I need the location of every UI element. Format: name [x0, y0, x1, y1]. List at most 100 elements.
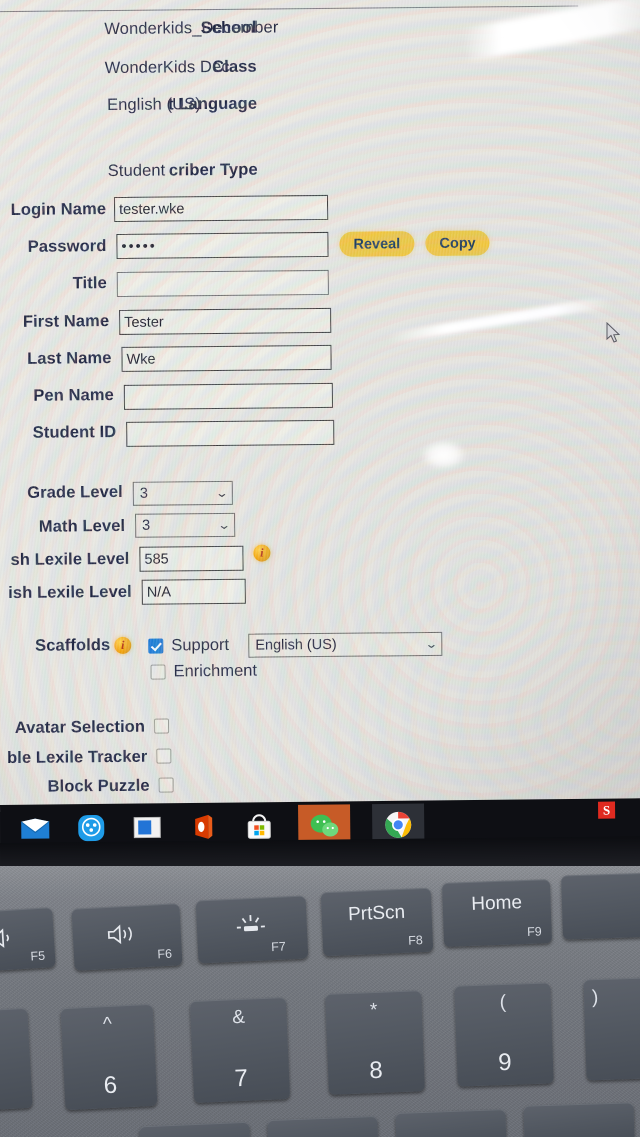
value-default-language: English (US)	[107, 95, 201, 115]
enrichment-checkbox[interactable]	[150, 664, 166, 680]
english-lexile-info-glyph: i	[260, 545, 264, 560]
avatar-selection-checkbox[interactable]	[153, 718, 170, 734]
label-avatar-selection-wrap: Avatar Selection	[0, 718, 145, 738]
support-language-select[interactable]: English (US) ⌄	[248, 631, 443, 658]
label-last-name-wrap: Last Name	[0, 349, 112, 369]
scaffolds-info-glyph: i	[121, 637, 125, 652]
value-class: WonderKids Dec	[104, 57, 230, 78]
reveal-password-label: Reveal	[353, 235, 401, 253]
chevron-down-icon: ⌄	[424, 636, 439, 652]
key-8-num: 8	[368, 1056, 384, 1085]
reveal-password-button[interactable]: Reveal	[339, 231, 415, 257]
value-school: Wonderkids_December	[104, 18, 279, 39]
value-class-wrap: WonderKids Dec	[105, 58, 230, 78]
key-row3-d[interactable]	[523, 1102, 635, 1137]
home-fn-label: F9	[526, 924, 542, 939]
student-id-input[interactable]	[126, 419, 335, 447]
value-default-language-wrap: English (US)	[107, 95, 201, 115]
key-7[interactable]: & 7	[189, 996, 291, 1104]
label-block-puzzle: Block Puzzle	[47, 776, 150, 796]
keyboard-backlight-key[interactable]: F7	[195, 895, 309, 964]
label-grade-level: Grade Level	[27, 482, 123, 502]
laptop-screen: School Wonderkids_December Class WonderK…	[0, 0, 640, 812]
chevron-down-icon: ⌄	[214, 485, 229, 501]
lexile-tracker-checkbox[interactable]	[156, 748, 172, 764]
key-row3-b[interactable]	[267, 1115, 379, 1137]
media-player-icon[interactable]	[74, 811, 108, 845]
volume-up-key[interactable]: F6	[71, 903, 183, 971]
laptop-keyboard-deck: F5 F6 F7 PrtScn F8 Home F9 ^ 6 & 7 * 8 (…	[0, 866, 640, 1137]
support-language-value: English (US)	[255, 636, 337, 654]
label-english-lexile-level: sh Lexile Level	[10, 549, 130, 569]
spanish-lexile-input[interactable]: N/A	[141, 578, 246, 605]
label-spanish-lexile-wrap: ish Lexile Level	[0, 583, 132, 603]
last-name-input[interactable]: Wke	[121, 344, 332, 372]
value-school-wrap: Wonderkids_December	[104, 18, 278, 39]
block-puzzle-checkbox[interactable]	[158, 777, 174, 793]
key-6-num: 6	[103, 1071, 118, 1100]
label-lexile-tracker: ble Lexile Tracker	[6, 747, 148, 768]
label-pen-name-wrap: Pen Name	[0, 386, 114, 406]
key-8[interactable]: * 8	[325, 990, 425, 1095]
first-name-input[interactable]: Tester	[119, 307, 332, 335]
key-8-sym: *	[369, 999, 378, 1022]
volume-down-key[interactable]: F5	[0, 907, 56, 973]
key-6[interactable]: ^ 6	[60, 1003, 158, 1111]
math-level-value: 3	[142, 517, 151, 534]
speaker-low-icon	[0, 925, 19, 956]
label-title: Title	[72, 274, 107, 293]
screen-glare-top	[462, 0, 640, 62]
label-login-name: Login Name	[10, 200, 107, 219]
home-label: Home	[470, 892, 523, 915]
label-scaffolds: Scaffolds	[35, 636, 111, 655]
copy-password-label: Copy	[439, 235, 476, 252]
login-name-input[interactable]: tester.wke	[113, 194, 329, 222]
title-input[interactable]	[116, 269, 329, 297]
label-subscriber-type: criber Type	[168, 160, 258, 180]
pen-name-input[interactable]	[123, 382, 334, 410]
key-6-partial[interactable]: %	[0, 1007, 33, 1113]
keyboard-backlight-icon	[230, 912, 271, 941]
print-screen-key[interactable]: PrtScn F8	[320, 887, 434, 957]
password-input[interactable]: •••••	[116, 231, 329, 259]
label-password-wrap: Password	[0, 237, 107, 257]
home-key[interactable]: Home F9	[441, 879, 553, 947]
login-name-value: tester.wke	[119, 200, 185, 218]
password-value: •••••	[121, 238, 157, 255]
office-icon[interactable]	[186, 810, 220, 844]
label-first-name-wrap: First Name	[0, 312, 109, 332]
backlight-fn-label: F7	[270, 939, 287, 955]
tray-s-icon[interactable]: S	[597, 801, 616, 819]
copy-password-button[interactable]: Copy	[425, 230, 490, 256]
key-9[interactable]: ( 9	[454, 982, 554, 1087]
mail-icon[interactable]	[18, 811, 52, 845]
chevron-down-icon: ⌄	[217, 517, 231, 533]
support-checkbox[interactable]	[148, 638, 164, 654]
grade-level-select[interactable]: 3 ⌄	[132, 480, 233, 506]
file-explorer-icon[interactable]	[130, 810, 164, 844]
top-divider	[0, 5, 579, 13]
print-screen-label: PrtScn	[347, 901, 406, 926]
english-lexile-input[interactable]: 585	[139, 545, 244, 572]
support-label: Support	[171, 635, 230, 655]
key-7-num: 7	[233, 1064, 249, 1093]
scaffolds-info-icon[interactable]: i	[114, 636, 132, 655]
screen-glare-middle	[387, 295, 613, 344]
math-level-select[interactable]: 3 ⌄	[135, 512, 236, 538]
scaffolds-support-row: Support	[148, 636, 229, 656]
end-key[interactable]	[561, 872, 640, 940]
key-0[interactable]: )	[583, 976, 640, 1081]
key-row3-c[interactable]	[395, 1109, 507, 1137]
key-6-sym: ^	[102, 1013, 113, 1036]
last-name-value: Wke	[126, 351, 156, 368]
english-lexile-info-icon[interactable]: i	[253, 544, 271, 562]
scaffolds-enrichment-row: Enrichment	[150, 662, 257, 682]
laptop-photo: School Wonderkids_December Class WonderK…	[0, 0, 640, 1137]
key-7-sym: &	[231, 1006, 246, 1029]
microsoft-store-icon[interactable]	[242, 809, 276, 843]
label-block-puzzle-wrap: Block Puzzle	[0, 777, 150, 797]
key-row3-a[interactable]	[139, 1121, 251, 1137]
label-lexile-tracker-wrap: ble Lexile Tracker	[0, 748, 147, 768]
label-avatar-selection: Avatar Selection	[14, 717, 146, 737]
volume-down-fn-label: F5	[30, 948, 46, 964]
